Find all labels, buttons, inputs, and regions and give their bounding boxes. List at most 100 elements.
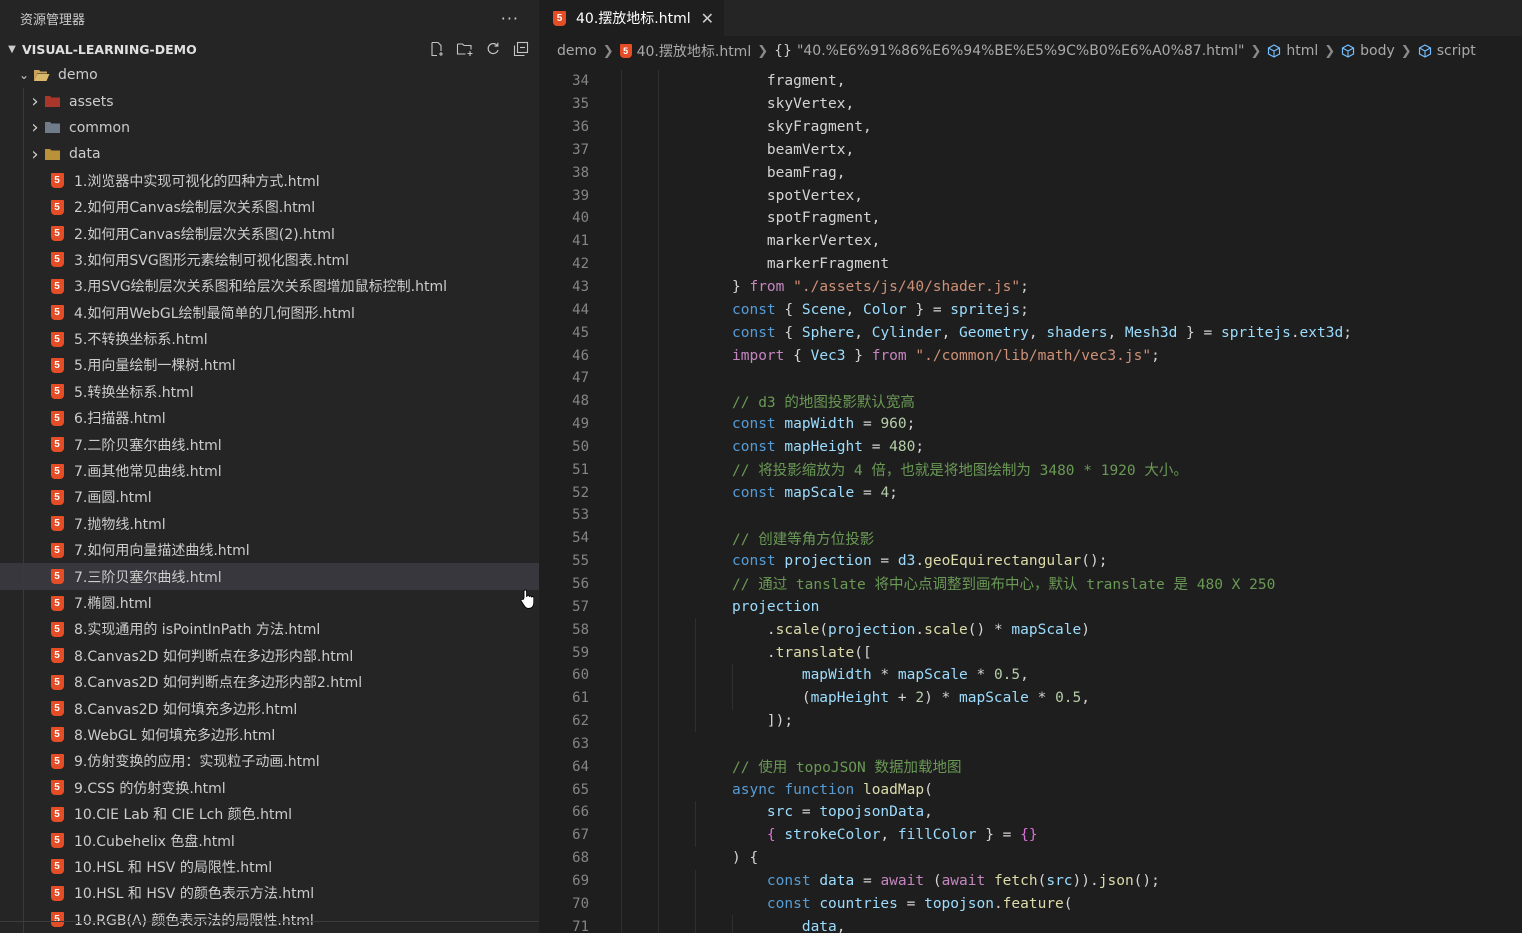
tree-file[interactable]: 5 8.WebGL 如何填充多边形.html (0, 721, 539, 749)
breadcrumb-body[interactable]: body (1360, 43, 1395, 59)
indent-guide (23, 457, 24, 485)
file-list: 5 1.浏览器中实现可视化的四种方式.html 5 2.如何用Canvas绘制层次关系… (0, 167, 539, 933)
tree-file[interactable]: 5 10.HSL 和 HSV 的局限性.html (0, 853, 539, 881)
code-token: = (897, 895, 925, 912)
breadcrumb-folder[interactable]: demo (557, 43, 597, 59)
refresh-icon[interactable] (483, 39, 503, 59)
tree-file[interactable]: 5 6.扫描器.html (0, 405, 539, 432)
tree-file[interactable]: 5 9.CSS 的仿射变换.html (0, 774, 539, 801)
tree-file[interactable]: 5 8.实现通用的 isPointInPath 方法.html (0, 616, 539, 643)
tree-label: assets (69, 93, 114, 110)
code-token: translate (775, 644, 855, 661)
code-token: await (880, 872, 925, 889)
tree-file[interactable]: 5 8.Canvas2D 如何判断点在多边形内部.html (0, 642, 539, 669)
chevron-right-icon: ❯ (1324, 43, 1336, 59)
tree-folder-assets[interactable]: › assets (0, 88, 539, 115)
tree-file[interactable]: 5 7.椭圆.html (0, 589, 539, 617)
tree-file[interactable]: 5 7.二阶贝塞尔曲线.html (0, 431, 539, 458)
indent-guide (23, 141, 24, 168)
tree-label: 8.WebGL 如何填充多边形.html (74, 727, 276, 744)
code-editor[interactable]: 34 fragment, 35 skyVertex, 36 skyFragment,… (539, 70, 1522, 933)
breadcrumb-script[interactable]: script (1437, 43, 1476, 59)
tree-file[interactable]: 5 2.如何用Canvas绘制层次关系图(2).html (0, 220, 539, 247)
tree-file[interactable]: 5 5.转换坐标系.html (0, 378, 539, 406)
breadcrumb-object[interactable]: "40.%E6%91%86%E6%94%BE%E5%9C%B0%E6%A0%87… (797, 43, 1245, 59)
indent-guide (621, 458, 622, 482)
code-line: 34 fragment, (539, 70, 1522, 93)
code-token: . (732, 644, 776, 661)
tree-file[interactable]: 5 2.如何用Canvas绘制层次关系图.html (0, 193, 539, 221)
html5-file-icon: 5 (48, 674, 66, 690)
indent-guide (621, 70, 622, 93)
html5-file-icon: 5 (48, 621, 66, 637)
tree-file[interactable]: 5 10.RGB(A) 颜色表示法的局限性.html (0, 906, 539, 933)
breadcrumb-file[interactable]: 40.摆放地标.html (637, 41, 752, 61)
code-text: const mapScale = 4; (732, 485, 898, 501)
line-number: 39 (572, 187, 589, 204)
tree-file[interactable]: 5 7.画其他常见曲线.html (0, 457, 539, 485)
tree-file[interactable]: 5 9.仿射变换的应用：实现粒子动画.html (0, 748, 539, 775)
code-token: ( (924, 781, 933, 798)
code-line: 49 const mapWidth = 960; (539, 412, 1522, 436)
more-actions-icon[interactable]: ··· (501, 9, 519, 28)
line-number: 65 (572, 781, 589, 798)
html5-file-icon: 5 (48, 806, 66, 822)
tree-file[interactable]: 5 1.浏览器中实现可视化的四种方式.html (0, 167, 539, 194)
tree-file[interactable]: 5 10.Cubehelix 色盘.html (0, 827, 539, 854)
code-token: spotFragment, (732, 210, 881, 227)
indent-guide (658, 755, 659, 779)
tree-label: 9.CSS 的仿射变换.html (74, 780, 226, 797)
indent-guide (621, 869, 622, 893)
indent-guide (23, 273, 24, 300)
tab-active-file[interactable]: 5 40.摆放地标.html ✕ (539, 0, 725, 36)
chevron-down-icon: ⌄ (18, 68, 30, 83)
tree-folder-demo[interactable]: ⌄ demo (0, 62, 539, 88)
code-token: json (1098, 872, 1134, 889)
tree-file[interactable]: 5 3.用SVG绘制层次关系图和给层次关系图增加鼠标控制.html (0, 273, 539, 300)
indent-guide (23, 246, 24, 274)
code-token: } (845, 347, 872, 364)
code-token: scale (924, 621, 968, 638)
indent-guide (658, 70, 659, 93)
new-folder-icon[interactable] (455, 39, 475, 59)
line-number: 58 (572, 621, 589, 638)
tree-file[interactable]: 5 7.抛物线.html (0, 510, 539, 538)
code-line: 53 (539, 504, 1522, 527)
tree-file[interactable]: 5 4.如何用WebGL绘制最简单的几何图形.html (0, 299, 539, 326)
code-token: , (1081, 690, 1090, 707)
tree-file[interactable]: 5 7.三阶贝塞尔曲线.html (0, 563, 539, 590)
workspace-section-header[interactable]: ▼ VISUAL-LEARNING-DEMO (0, 36, 539, 62)
collapse-all-icon[interactable] (511, 39, 531, 59)
indent-guide (695, 823, 696, 847)
code-token: 4 (880, 484, 890, 501)
indent-guide (658, 778, 659, 801)
tree-label: 1.浏览器中实现可视化的四种方式.html (74, 173, 320, 190)
tree-file[interactable]: 5 7.画圆.html (0, 484, 539, 511)
html5-file-icon: 5 (48, 912, 66, 928)
tree-file[interactable]: 5 3.如何用SVG图形元素绘制可视化图表.html (0, 246, 539, 274)
code-token: // 创建等角方位投影 (732, 531, 875, 548)
close-icon[interactable]: ✕ (701, 9, 714, 28)
indent-guide (621, 435, 622, 459)
indent-guide (658, 229, 659, 253)
new-file-icon[interactable] (427, 39, 447, 59)
tree-file[interactable]: 5 10.CIE Lab 和 CIE Lch 颜色.html (0, 800, 539, 828)
breadcrumb-html[interactable]: html (1286, 43, 1318, 59)
tree-file[interactable]: 5 7.如何用向量描述曲线.html (0, 537, 539, 564)
code-text: const countries = topojson.feature( (732, 896, 1073, 912)
code-token: . (1290, 324, 1300, 341)
indent-guide (658, 207, 659, 230)
indent-guide (23, 721, 24, 749)
tree-folder-common[interactable]: › common (0, 114, 539, 142)
tree-file[interactable]: 5 8.Canvas2D 如何判断点在多边形内部2.html (0, 668, 539, 696)
code-token: ( (819, 621, 829, 638)
tree-file[interactable]: 5 5.用向量绘制一棵树.html (0, 352, 539, 379)
tree-folder-data[interactable]: › data (0, 141, 539, 168)
code-token: ; (889, 484, 898, 501)
tree-file[interactable]: 5 5.不转换坐标系.html (0, 325, 539, 353)
code-line: 71 data, (539, 915, 1522, 933)
tree-file[interactable]: 5 10.HSL 和 HSV 的颜色表示方法.html (0, 880, 539, 907)
line-number: 57 (572, 598, 589, 615)
indent-guide (621, 92, 622, 116)
tree-file[interactable]: 5 8.Canvas2D 如何填充多边形.html (0, 695, 539, 722)
